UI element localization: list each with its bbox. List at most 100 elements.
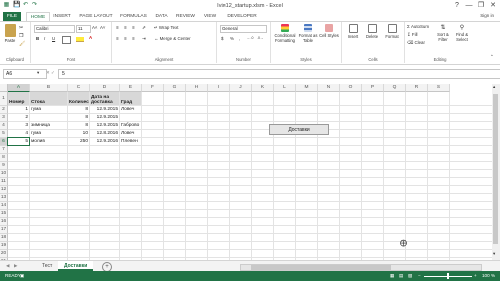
macro-record-icon[interactable]: ▣ xyxy=(20,271,24,281)
shrink-font-button[interactable]: A˅ xyxy=(100,25,106,30)
column-header-q[interactable]: Q xyxy=(384,84,406,92)
format-painter-icon[interactable]: 🖌 xyxy=(19,41,25,47)
table-cell[interactable]: 8 xyxy=(69,114,88,122)
sheet-tab-dostavki[interactable]: Доставки xyxy=(58,261,94,271)
column-header-a[interactable]: A xyxy=(8,84,30,92)
delete-cells-button[interactable]: Delete xyxy=(363,24,381,39)
comma-button[interactable]: , xyxy=(239,36,240,41)
vertical-scrollbar[interactable]: ▴ ▾ xyxy=(492,84,500,260)
column-header-e[interactable]: E xyxy=(120,84,142,92)
minimize-button[interactable]: — xyxy=(464,1,474,10)
column-header-i[interactable]: I xyxy=(208,84,230,92)
orientation-icon[interactable]: ⇗ xyxy=(142,25,146,31)
column-header-j[interactable]: J xyxy=(230,84,252,92)
table-cell[interactable]: 12.9.2015 xyxy=(91,114,118,122)
tab-file[interactable]: FILE xyxy=(3,12,21,21)
row-header-12[interactable]: 12 xyxy=(0,186,8,194)
tab-developer[interactable]: DEVELOPER xyxy=(223,12,261,21)
table-cell[interactable]: 12.9.2015 xyxy=(91,122,118,130)
row-header-16[interactable]: 16 xyxy=(0,218,8,226)
tab-page-layout[interactable]: PAGE LAYOUT xyxy=(76,12,116,21)
currency-button[interactable]: $ xyxy=(221,36,223,41)
page-break-view-icon[interactable]: ▧ xyxy=(408,271,412,281)
table-cell[interactable]: гума xyxy=(31,106,66,114)
percent-button[interactable]: % xyxy=(230,36,234,41)
row-header-10[interactable]: 10 xyxy=(0,170,8,178)
select-all-corner[interactable] xyxy=(0,84,8,92)
row-header-14[interactable]: 14 xyxy=(0,202,8,210)
increase-decimal-icon[interactable]: ←.0 xyxy=(247,36,253,40)
tab-data[interactable]: DATA xyxy=(152,12,171,21)
column-header-g[interactable]: G xyxy=(164,84,186,92)
row-header-9[interactable]: 9 xyxy=(0,162,8,170)
row-header-11[interactable]: 11 xyxy=(0,178,8,186)
scroll-up-icon[interactable]: ▴ xyxy=(493,84,495,90)
prev-sheet-icon[interactable]: ◀ xyxy=(6,263,9,269)
bold-button[interactable]: B xyxy=(36,36,39,41)
page-layout-view-icon[interactable]: ▤ xyxy=(399,271,403,281)
column-header-k[interactable]: K xyxy=(252,84,274,92)
worksheet-grid[interactable]: ABCDEFGHIJKLMNOPQRS 1 2 3 4 5 6 7 8 9 10 11 12 13 14 1… xyxy=(0,84,492,260)
cancel-icon[interactable]: ✕ xyxy=(46,70,50,76)
wrap-text-button[interactable]: ↵ Wrap Text xyxy=(154,25,179,31)
dostavki-macro-button[interactable]: Доставки xyxy=(269,124,329,135)
copy-icon[interactable]: ❐ xyxy=(19,33,23,39)
table-header-cell[interactable]: Град xyxy=(120,92,141,105)
column-header-c[interactable]: C xyxy=(68,84,90,92)
align-middle-icon[interactable]: ≡ xyxy=(124,25,127,30)
column-header-h[interactable]: H xyxy=(186,84,208,92)
decrease-decimal-icon[interactable]: .0→ xyxy=(257,36,263,40)
collapse-ribbon-icon[interactable]: ⌃ xyxy=(490,54,494,60)
column-header-l[interactable]: L xyxy=(274,84,296,92)
row-header-2[interactable]: 2 xyxy=(0,106,8,114)
autosum-button[interactable]: Σ AutoSum xyxy=(407,24,429,29)
table-cell[interactable]: молив xyxy=(31,138,66,146)
zoom-in-button[interactable]: + xyxy=(474,271,477,281)
table-header-cell[interactable]: Количество xyxy=(68,92,89,105)
tab-view[interactable]: VIEW xyxy=(200,12,220,21)
fill-color-icon[interactable] xyxy=(76,37,84,42)
table-cell[interactable]: 1 xyxy=(9,106,28,114)
align-center-icon[interactable]: ≡ xyxy=(124,36,127,41)
column-header-n[interactable]: N xyxy=(318,84,340,92)
align-top-icon[interactable]: ≡ xyxy=(116,25,119,30)
insert-cells-button[interactable]: Insert xyxy=(344,24,362,39)
zoom-out-button[interactable]: − xyxy=(418,271,421,281)
table-cell[interactable]: Плевен xyxy=(121,138,140,146)
table-cell[interactable] xyxy=(121,114,140,122)
row-header-17[interactable]: 17 xyxy=(0,226,8,234)
cell-styles-button[interactable]: Cell Styles xyxy=(319,24,339,38)
borders-icon[interactable] xyxy=(62,36,71,44)
column-header-r[interactable]: R xyxy=(406,84,428,92)
font-color-icon[interactable]: A xyxy=(89,35,92,40)
row-header-13[interactable]: 13 xyxy=(0,194,8,202)
enter-icon[interactable]: ✓ xyxy=(51,70,55,76)
font-name-select[interactable]: Calibri xyxy=(34,25,75,33)
fill-button[interactable]: ↧ Fill xyxy=(407,32,418,38)
table-cell[interactable]: 12.9.2015 xyxy=(91,106,118,114)
column-header-b[interactable]: B xyxy=(30,84,68,92)
column-header-f[interactable]: F xyxy=(142,84,164,92)
cut-icon[interactable]: ✂ xyxy=(19,25,23,31)
row-header-20[interactable]: 20 xyxy=(0,250,8,258)
table-cell[interactable]: зимница xyxy=(31,122,66,130)
table-cell[interactable]: 3 xyxy=(9,122,28,130)
number-format-select[interactable]: General xyxy=(220,25,267,33)
row-header-15[interactable]: 15 xyxy=(0,210,8,218)
scroll-thumb[interactable] xyxy=(493,94,498,244)
zoom-level[interactable]: 100 % xyxy=(482,271,495,281)
row-header-3[interactable]: 3 xyxy=(0,114,8,122)
zoom-slider-thumb[interactable] xyxy=(447,273,449,279)
conditional-formatting-button[interactable]: Conditional Formatting xyxy=(273,24,297,43)
column-header-o[interactable]: O xyxy=(340,84,362,92)
tab-formulas[interactable]: FORMULAS xyxy=(118,12,149,21)
row-header-7[interactable]: 7 xyxy=(0,146,8,154)
clear-button[interactable]: ⌫ Clear xyxy=(407,40,425,46)
format-as-table-button[interactable]: Format as Table xyxy=(297,24,319,43)
paste-button[interactable]: Paste xyxy=(3,24,17,43)
table-header-cell[interactable]: Номер xyxy=(8,92,29,105)
row-header-19[interactable]: 19 xyxy=(0,242,8,250)
row-header-1[interactable]: 1 xyxy=(0,92,8,106)
indent-icon[interactable]: ⇥ xyxy=(142,36,146,42)
normal-view-icon[interactable]: ▦ xyxy=(390,271,394,281)
